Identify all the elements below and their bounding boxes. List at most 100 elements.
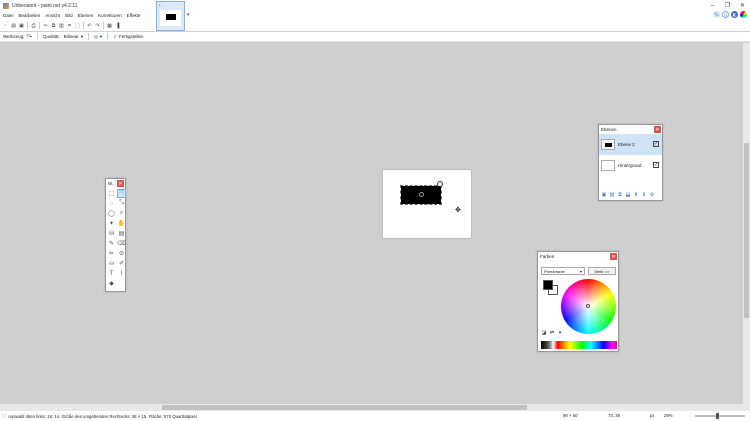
vertical-scroll-thumb[interactable] — [744, 143, 749, 318]
toolbar-divider — [36, 33, 38, 40]
lasso-select-icon[interactable]: ◌ — [107, 199, 116, 208]
menu-ebenen[interactable]: Ebenen — [78, 13, 94, 18]
horizontal-scroll-thumb[interactable] — [162, 405, 527, 410]
close-icon[interactable]: ✕ — [117, 180, 124, 187]
deselect-icon[interactable]: ⬚ — [74, 22, 81, 29]
shapes-icon[interactable]: ◆ — [107, 279, 116, 288]
chevron-down-icon: ▾ — [579, 268, 582, 274]
thumbnail-rect — [166, 14, 176, 20]
paint-bucket-icon[interactable]: ⛁ — [107, 229, 116, 238]
more-button[interactable]: Mehr >> — [588, 267, 616, 275]
tools-grid: ⬚ ⤧ ◌ ⤡ ◯ ⌕ ✦ ✋ ⛁ ▤ ✎ ⌫ ✏ ⊘ ⛀ ✐ T ⌇ ◆ — [106, 188, 126, 289]
move-layer-up-icon[interactable]: ⬆ — [633, 192, 639, 198]
layer-visibility-checkbox[interactable]: ✓ — [653, 162, 659, 168]
blend-mode-dropdown[interactable]: ◍ ▾ — [94, 34, 102, 40]
move-layer-down-icon[interactable]: ⬇ — [641, 192, 647, 198]
minimize-button[interactable]: – — [705, 0, 720, 11]
undo-icon[interactable]: ↶ — [86, 22, 93, 29]
line-curve-icon[interactable]: ⌇ — [117, 269, 126, 278]
quality-dropdown[interactable]: Bilinear ▾ — [64, 34, 83, 40]
menu-korrekturen[interactable]: Korrekturen — [98, 13, 122, 18]
zoom-slider-knob[interactable] — [716, 413, 719, 419]
layer-visibility-checkbox[interactable]: ✓ — [653, 141, 659, 147]
layer-row[interactable]: Hintergrund ✓ — [599, 155, 662, 176]
primary-color-swatch[interactable] — [543, 280, 553, 290]
gradient-icon[interactable]: ▤ — [117, 229, 126, 238]
close-button[interactable]: ✕ — [735, 0, 750, 11]
menu-ansicht[interactable]: Ansicht — [45, 13, 60, 18]
clone-stamp-icon[interactable]: ⛀ — [107, 259, 116, 268]
move-selected-pixels-icon[interactable]: ⤧ — [117, 189, 126, 198]
cut-icon[interactable]: ✂ — [42, 22, 49, 29]
print-icon[interactable]: ⎙ — [30, 22, 37, 29]
maximize-button[interactable]: ❐ — [720, 0, 735, 11]
zoom-icon[interactable]: ⌕ — [117, 209, 126, 218]
layer-row[interactable]: Ebene 2 ✓ — [599, 134, 662, 155]
color-picker-icon[interactable]: ⊘ — [117, 249, 126, 258]
unit-dropdown[interactable]: px — [650, 413, 655, 418]
image-tab[interactable]: * — [156, 1, 185, 31]
toolbar-divider — [39, 22, 40, 29]
copy-icon[interactable]: ⧉ — [50, 22, 57, 29]
rotate-handle-icon[interactable] — [437, 181, 443, 187]
layer-thumbnail — [601, 160, 615, 171]
tools-panel-header[interactable]: W... ✕ — [106, 179, 125, 188]
zoom-level[interactable]: 29% — [664, 413, 673, 418]
duplicate-layer-icon[interactable]: ⧉ — [617, 192, 623, 198]
pencil-icon[interactable]: ✏ — [107, 249, 116, 258]
menu-effekte[interactable]: Effekte — [127, 13, 141, 18]
redo-icon[interactable]: ↷ — [94, 22, 101, 29]
menu-datei[interactable]: Datei — [3, 13, 14, 18]
text-icon[interactable]: T — [107, 269, 116, 278]
move-selection-icon[interactable]: ⤡ — [117, 199, 126, 208]
pan-icon[interactable]: ✋ — [117, 219, 126, 228]
zoom-slider[interactable] — [695, 415, 745, 417]
crop-icon[interactable]: ⌗ — [66, 22, 73, 29]
menu-bild[interactable]: Bild — [65, 13, 73, 18]
close-icon[interactable]: ✕ — [610, 253, 617, 260]
color-target-dropdown[interactable]: Primärfarbe ▾ — [541, 267, 585, 275]
selection-icon: ⬚ — [2, 413, 7, 418]
delete-layer-icon[interactable]: ▧ — [609, 192, 615, 198]
finish-button[interactable]: ✓ Fertigstellen — [113, 34, 143, 40]
ruler-icon[interactable]: ▐ — [114, 22, 121, 29]
add-layer-icon[interactable]: ▣ — [601, 192, 607, 198]
layer-properties-icon[interactable]: ⚙ — [649, 192, 655, 198]
colors-panel-header[interactable]: Farben ✕ — [538, 252, 618, 261]
history-window-icon[interactable]: ◷ — [722, 11, 729, 18]
paste-icon[interactable]: ▥ — [58, 22, 65, 29]
rectangle-select-icon[interactable]: ⬚ — [107, 189, 116, 198]
new-file-icon[interactable]: ▫ — [2, 22, 9, 29]
grid-icon[interactable]: ▦ — [106, 22, 113, 29]
tab-list-chevron-icon[interactable]: ▾ — [187, 12, 190, 18]
palette-menu-icon[interactable]: ▾ — [557, 330, 563, 336]
close-icon[interactable]: ✕ — [654, 126, 661, 133]
selection-pivot-icon[interactable] — [419, 192, 424, 197]
image-canvas[interactable] — [382, 169, 472, 239]
paintbrush-icon[interactable]: ✎ — [107, 239, 116, 248]
selection-info: ⬚ Auswahl oben links: 18, 14. Größe des … — [2, 413, 197, 419]
tool-picker[interactable]: Werkzeug: ⤧▾ — [3, 34, 32, 39]
reset-colors-icon[interactable]: ◪ — [541, 330, 547, 336]
ellipse-select-icon[interactable]: ◯ — [107, 209, 116, 218]
color-palette[interactable] — [541, 341, 617, 349]
open-file-icon[interactable]: ▤ — [10, 22, 17, 29]
eraser-icon[interactable]: ⌫ — [117, 239, 126, 248]
layers-panel-title: Ebenen — [601, 127, 617, 132]
save-icon[interactable]: ▣ — [18, 22, 25, 29]
toolbar-divider — [103, 22, 104, 29]
recolor-icon[interactable]: ✐ — [117, 259, 126, 268]
tools-window-icon[interactable]: ⤡ — [713, 11, 720, 18]
magic-wand-icon[interactable]: ✦ — [107, 219, 116, 228]
layers-window-icon[interactable]: ◧ — [731, 11, 738, 18]
horizontal-scrollbar[interactable] — [0, 404, 750, 411]
swap-colors-icon[interactable]: ⇄ — [549, 330, 555, 336]
blend-mode-icon: ◍ — [93, 33, 98, 39]
layers-panel-header[interactable]: Ebenen ✕ — [599, 125, 662, 134]
vertical-scrollbar[interactable] — [743, 43, 750, 404]
color-wheel-selector[interactable] — [586, 304, 590, 308]
toolbar-divider — [107, 33, 109, 40]
colors-window-icon[interactable] — [740, 11, 747, 18]
merge-layer-down-icon[interactable]: ⬓ — [625, 192, 631, 198]
menu-bearbeiten[interactable]: Bearbeiten — [19, 13, 41, 18]
